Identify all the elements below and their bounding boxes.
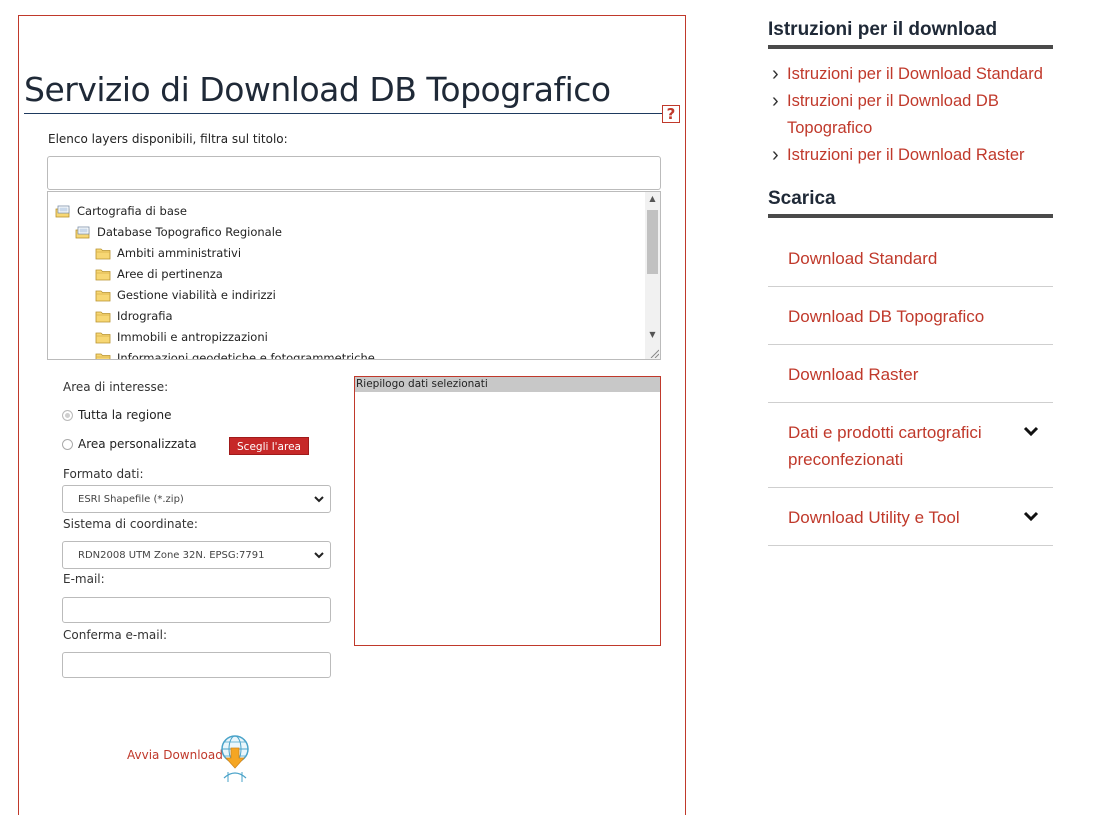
- layer-tree-item[interactable]: Gestione viabilità e indirizzi: [95, 288, 276, 302]
- layer-tree-item-label: Cartografia di base: [77, 204, 187, 218]
- help-icon[interactable]: ?: [662, 105, 680, 123]
- download-menu-item-label: Download Utility e Tool: [788, 504, 960, 531]
- chevron-right-icon: ›: [772, 63, 779, 85]
- start-download-link[interactable]: Avvia Download: [127, 748, 223, 762]
- chevron-down-icon[interactable]: [1023, 425, 1039, 437]
- layer-tree-item[interactable]: Idrografia: [95, 309, 173, 323]
- layer-filter-label: Elenco layers disponibili, filtra sul ti…: [48, 132, 288, 146]
- download-menu-item-label: Download Raster: [788, 361, 918, 388]
- instructions-heading: Istruzioni per il download: [768, 19, 998, 40]
- area-of-interest-label: Area di interesse:: [63, 380, 169, 394]
- instruction-link-line: Topografico: [787, 119, 873, 137]
- instruction-link-line: Istruzioni per il Download Standard: [787, 65, 1043, 83]
- download-menu-item-line: Download Standard: [788, 249, 938, 268]
- folder-icon: [95, 310, 111, 323]
- layer-tree-item[interactable]: Informazioni geodetiche e fotogrammetric…: [95, 351, 375, 360]
- format-select-value: ESRI Shapefile (*.zip): [78, 493, 184, 505]
- instruction-link[interactable]: › Istruzioni per il Download Raster: [772, 142, 1025, 169]
- layer-tree[interactable]: Cartografia di base Database Topografico …: [47, 191, 661, 360]
- format-label: Formato dati:: [63, 467, 144, 481]
- instruction-link-line: Istruzioni per il Download DB: [787, 92, 999, 110]
- email-field[interactable]: [62, 597, 331, 623]
- layer-tree-item-label: Aree di pertinenza: [117, 267, 223, 281]
- instruction-link-line: Istruzioni per il Download Raster: [787, 146, 1025, 164]
- folder-icon: [95, 289, 111, 302]
- crs-select-value: RDN2008 UTM Zone 32N. EPSG:7791: [78, 549, 265, 561]
- download-menu-item-line: Download Utility e Tool: [788, 508, 960, 527]
- layer-tree-item-label: Database Topografico Regionale: [97, 225, 282, 239]
- selection-summary-title: Riepilogo dati selezionati: [355, 377, 660, 392]
- download-menu-item[interactable]: Download DB Topografico: [768, 287, 1053, 345]
- layer-tree-item-label: Gestione viabilità e indirizzi: [117, 288, 276, 302]
- format-select[interactable]: ESRI Shapefile (*.zip): [62, 485, 331, 513]
- email-label: E-mail:: [63, 572, 105, 586]
- instruction-link-label: Istruzioni per il Download DB Topografico: [787, 88, 999, 142]
- download-menu-item[interactable]: Download Utility e Tool: [768, 488, 1053, 546]
- layer-tree-item[interactable]: Immobili e antropizzazioni: [95, 330, 268, 344]
- instruction-link[interactable]: › Istruzioni per il Download Standard: [772, 61, 1043, 88]
- instruction-link[interactable]: › Istruzioni per il Download DB Topografic…: [772, 88, 999, 142]
- folder-icon: [95, 268, 111, 281]
- instruction-link-label: Istruzioni per il Download Raster: [787, 142, 1025, 169]
- scroll-up-arrow-icon[interactable]: ▲: [645, 192, 660, 206]
- page-title: Servizio di Download DB Topografico: [24, 70, 611, 109]
- crs-label: Sistema di coordinate:: [63, 517, 198, 531]
- download-menu-item[interactable]: Dati e prodotti cartografici preconfezion…: [768, 403, 1053, 488]
- download-menu-item-label: Download DB Topografico: [788, 303, 984, 330]
- scroll-thumb[interactable]: [647, 210, 658, 274]
- layer-tree-item[interactable]: Cartografia di base: [55, 204, 187, 218]
- layer-tree-item[interactable]: Database Topografico Regionale: [75, 225, 282, 239]
- choose-area-button[interactable]: Scegli l'area: [229, 437, 309, 455]
- download-menu-item-line: Dati e prodotti cartografici: [788, 423, 982, 442]
- confirm-email-field[interactable]: [62, 652, 331, 678]
- download-menu-item-label: Download Standard: [788, 245, 937, 272]
- radio-whole-region-circle[interactable]: [62, 409, 73, 421]
- layer-stack-icon: [75, 226, 91, 239]
- download-menu-item[interactable]: Download Raster: [768, 345, 1053, 403]
- chevron-right-icon: ›: [772, 90, 779, 112]
- confirm-email-label: Conferma e-mail:: [63, 628, 167, 642]
- layer-tree-item-label: Informazioni geodetiche e fotogrammetric…: [117, 351, 375, 360]
- chevron-right-icon: ›: [772, 144, 779, 166]
- folder-icon: [95, 352, 111, 359]
- layer-tree-item-label: Immobili e antropizzazioni: [117, 330, 268, 344]
- download-menu-item[interactable]: Download Standard: [768, 229, 1053, 287]
- layer-tree-scrollbar[interactable]: ▲ ▼: [645, 192, 660, 359]
- layer-stack-icon: [55, 205, 71, 218]
- chevron-down-icon: [314, 496, 324, 503]
- radio-custom-area-label: Area personalizzata: [78, 437, 197, 451]
- download-menu-item-line: preconfezionati: [788, 450, 904, 469]
- download-heading: Scarica: [768, 188, 836, 209]
- title-divider: [24, 113, 667, 114]
- radio-custom-area-circle[interactable]: [62, 438, 73, 450]
- download-menu-item-label: Dati e prodotti cartografici preconfezion…: [788, 419, 982, 473]
- crs-select[interactable]: RDN2008 UTM Zone 32N. EPSG:7791: [62, 541, 331, 569]
- scroll-down-arrow-icon[interactable]: ▼: [645, 328, 660, 342]
- chevron-down-icon: [314, 552, 324, 559]
- download-service-panel: Servizio di Download DB Topografico ? El…: [18, 15, 686, 815]
- layer-filter-input[interactable]: [47, 156, 661, 190]
- download-menu-item-line: Download Raster: [788, 365, 919, 384]
- radio-whole-region-label: Tutta la regione: [78, 408, 172, 422]
- chevron-down-icon[interactable]: [1023, 510, 1039, 522]
- instructions-rule: [768, 45, 1053, 49]
- radio-whole-region[interactable]: Tutta la regione: [62, 408, 172, 422]
- folder-icon: [95, 331, 111, 344]
- download-rule: [768, 214, 1053, 218]
- layer-tree-item-label: Idrografia: [117, 309, 173, 323]
- resize-grip-icon[interactable]: [649, 348, 659, 358]
- download-menu-item-line: Download DB Topografico: [788, 307, 985, 326]
- globe-download-icon[interactable]: [218, 734, 252, 782]
- layer-tree-item[interactable]: Aree di pertinenza: [95, 267, 223, 281]
- instruction-link-label: Istruzioni per il Download Standard: [787, 61, 1043, 88]
- selection-summary-box: Riepilogo dati selezionati: [354, 376, 661, 646]
- radio-custom-area[interactable]: Area personalizzata: [62, 437, 197, 451]
- layer-tree-item-label: Ambiti amministrativi: [117, 246, 242, 260]
- layer-tree-item[interactable]: Ambiti amministrativi: [95, 246, 241, 260]
- folder-icon: [95, 247, 111, 260]
